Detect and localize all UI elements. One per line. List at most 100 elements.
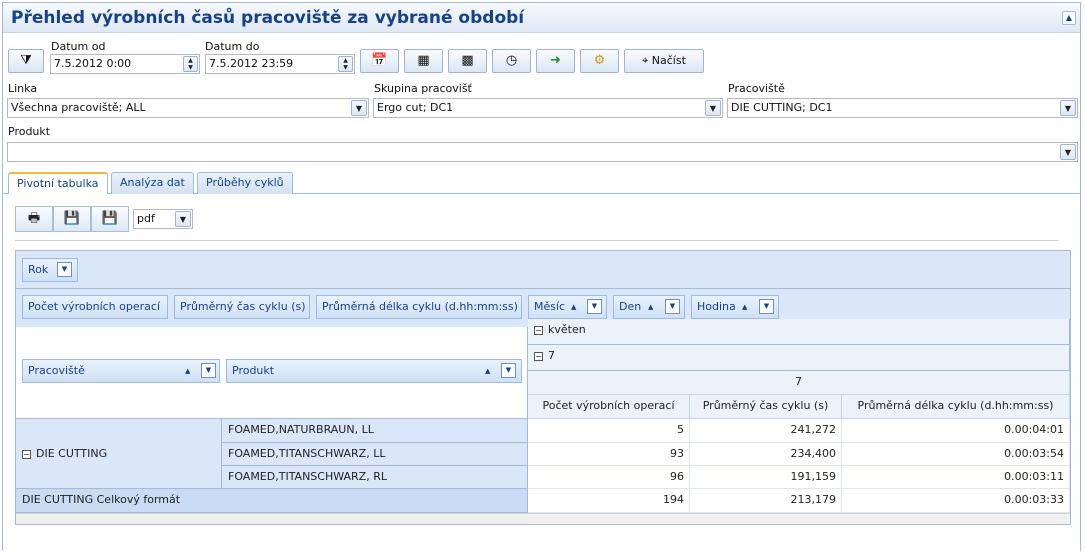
- chevron-down-icon[interactable]: ▼: [1060, 100, 1076, 116]
- tab-prubehy-cyklu[interactable]: Průběhy cyklů: [197, 172, 293, 194]
- field-hodina-label: Hodina: [697, 300, 736, 313]
- chevron-down-icon[interactable]: ▼: [1060, 144, 1076, 160]
- linka-label: Linka: [8, 82, 38, 95]
- value-cell: 5: [528, 419, 690, 443]
- field-den[interactable]: Den ▲ ▼: [613, 295, 685, 319]
- field-produkt[interactable]: Produkt ▲ ▼: [226, 359, 522, 383]
- export-save-icon: 💾: [63, 211, 81, 226]
- table-row-produkt: FOAMED,TITANSCHWARZ, RL: [222, 466, 528, 489]
- col-header-avg-time: Průměrný čas cyklu (s): [690, 395, 842, 419]
- tab-strip: Pivotní tabulka Analýza dat Průběhy cykl…: [3, 170, 1080, 195]
- divider: [15, 240, 1059, 241]
- column-header-month[interactable]: − květen: [528, 319, 1070, 345]
- datum-od-input[interactable]: 7.5.2012 0:00 ▲ ▼: [50, 54, 200, 74]
- day-label: 7: [548, 349, 555, 362]
- skupina-value: Ergo cut; DC1: [377, 101, 454, 114]
- sort-asc-icon: ▲: [185, 367, 191, 375]
- value-cell: 93: [528, 443, 690, 466]
- gear-refresh-icon: ⚙: [593, 53, 606, 68]
- nacist-label: Načíst: [651, 54, 686, 67]
- datum-do-input[interactable]: 7.5.2012 23:59 ▲ ▼: [205, 54, 355, 74]
- calendar-week-button[interactable]: ▦: [404, 49, 443, 73]
- collapse-button[interactable]: ▲: [1062, 11, 1076, 25]
- datum-do-spinner[interactable]: ▲ ▼: [338, 56, 353, 72]
- filter-dropdown-icon[interactable]: ▼: [201, 363, 216, 378]
- value-cell: 96: [528, 466, 690, 489]
- chevron-down-icon[interactable]: ▼: [705, 100, 721, 116]
- row-group-die-cutting[interactable]: − DIE CUTTING: [16, 419, 222, 489]
- clock-icon: ◷: [505, 53, 518, 68]
- collapse-icon[interactable]: −: [534, 325, 543, 335]
- format-value: pdf: [137, 212, 155, 225]
- column-header-hour: 7: [528, 371, 1070, 395]
- filter-area: ⧩ Datum od 7.5.2012 0:00 ▲ ▼ Datum do 7.5…: [3, 34, 1080, 168]
- print-button[interactable]: 🖶: [15, 206, 53, 232]
- value-cell: 191,159: [690, 466, 842, 489]
- datum-do-label: Datum do: [205, 40, 260, 53]
- col-header-avg-length: Průměrná délka cyklu (d.hh:mm:ss): [842, 395, 1070, 419]
- export-button[interactable]: 💾: [53, 206, 91, 232]
- tab-pivotni-tabulka[interactable]: Pivotní tabulka: [8, 172, 108, 195]
- collapse-icon[interactable]: −: [534, 351, 543, 361]
- column-header-day[interactable]: −7: [528, 345, 1070, 371]
- filter-dropdown-icon[interactable]: ▼: [587, 299, 602, 314]
- horizontal-scrollbar[interactable]: [16, 513, 1070, 524]
- field-produkt-label: Produkt: [232, 364, 275, 377]
- total-value-cell: 0.00:03:33: [842, 489, 1070, 513]
- field-prumerna-delka[interactable]: Průměrná délka cyklu (d.hh:mm:ss): [316, 295, 522, 319]
- arrow-go-icon: ➜: [550, 53, 561, 68]
- nacist-button[interactable]: ⌖ Načíst: [624, 49, 704, 73]
- filter-dropdown-icon[interactable]: ▼: [665, 299, 680, 314]
- total-value-cell: 213,179: [690, 489, 842, 513]
- pracoviste-select[interactable]: DIE CUTTING; DC1 ▼: [727, 98, 1078, 118]
- calendar-month-icon: ▩: [461, 53, 474, 68]
- skupina-select[interactable]: Ergo cut; DC1 ▼: [373, 98, 723, 118]
- chevron-down-icon[interactable]: ▼: [351, 100, 367, 116]
- page-title: Přehled výrobních časů pracoviště za vyb…: [11, 8, 525, 28]
- table-row-produkt: FOAMED,NATURBRAUN, LL: [222, 419, 528, 443]
- format-select[interactable]: pdf ▼: [133, 209, 193, 229]
- pivot-tab-content: 🖶 💾 💾 pdf ▼ Rok ▼ Počet výrobních operac…: [3, 194, 1080, 551]
- sort-asc-icon: ▲: [648, 303, 654, 311]
- field-mesic-label: Měsíc: [534, 300, 566, 313]
- filter-dropdown-icon[interactable]: ▼: [501, 363, 516, 378]
- sort-asc-icon: ▲: [742, 303, 748, 311]
- field-mesic[interactable]: Měsíc ▲ ▼: [528, 295, 607, 319]
- filter-dropdown-icon[interactable]: ▼: [57, 262, 72, 277]
- filter-dropdown-icon[interactable]: ▼: [759, 299, 774, 314]
- filter-field-area: Rok ▼: [16, 251, 1070, 289]
- field-pocet-operaci[interactable]: Počet výrobních operací: [22, 295, 168, 319]
- clock-button[interactable]: ◷: [492, 49, 531, 73]
- month-label: květen: [548, 323, 586, 336]
- produkt-label: Produkt: [8, 125, 51, 138]
- printer-icon: 🖶: [27, 211, 41, 226]
- value-cell: 241,272: [690, 419, 842, 443]
- value-cell: 0.00:03:54: [842, 443, 1070, 466]
- calendar-week-icon: ▦: [417, 53, 430, 68]
- pivot-grid: Rok ▼ Počet výrobních operací Průměrný č…: [15, 250, 1071, 525]
- datum-do-value: 7.5.2012 23:59: [209, 57, 294, 70]
- calendar-day-icon: 📅: [371, 53, 388, 68]
- chevron-down-icon[interactable]: ▼: [175, 211, 191, 227]
- calendar-day-button[interactable]: 📅: [360, 49, 399, 73]
- value-cell: 234,400: [690, 443, 842, 466]
- sort-asc-icon: ▲: [571, 303, 577, 311]
- field-pracoviste-label: Pracoviště: [28, 364, 85, 377]
- save-button[interactable]: 💾: [91, 206, 129, 232]
- linka-select[interactable]: Všechna pracoviště; ALL ▼: [7, 98, 369, 118]
- clear-filter-button[interactable]: ⧩: [8, 49, 44, 73]
- datum-od-spinner[interactable]: ▲ ▼: [183, 56, 198, 72]
- field-rok-label: Rok: [28, 263, 49, 276]
- field-rok[interactable]: Rok ▼: [22, 258, 78, 282]
- refresh-settings-button[interactable]: ⚙: [580, 49, 619, 73]
- field-prumerny-cas[interactable]: Průměrný čas cyklu (s): [174, 295, 310, 319]
- tab-analyza-dat[interactable]: Analýza dat: [111, 172, 194, 194]
- produkt-select[interactable]: ▼: [7, 142, 1078, 162]
- calendar-month-button[interactable]: ▩: [448, 49, 487, 73]
- go-button[interactable]: ➜: [536, 49, 575, 73]
- sort-asc-icon: ▲: [485, 367, 491, 375]
- collapse-icon[interactable]: −: [22, 449, 31, 459]
- field-pracoviste[interactable]: Pracoviště ▲ ▼: [22, 359, 220, 383]
- col-header-count: Počet výrobních operací: [528, 395, 690, 419]
- field-hodina[interactable]: Hodina ▲ ▼: [691, 295, 779, 319]
